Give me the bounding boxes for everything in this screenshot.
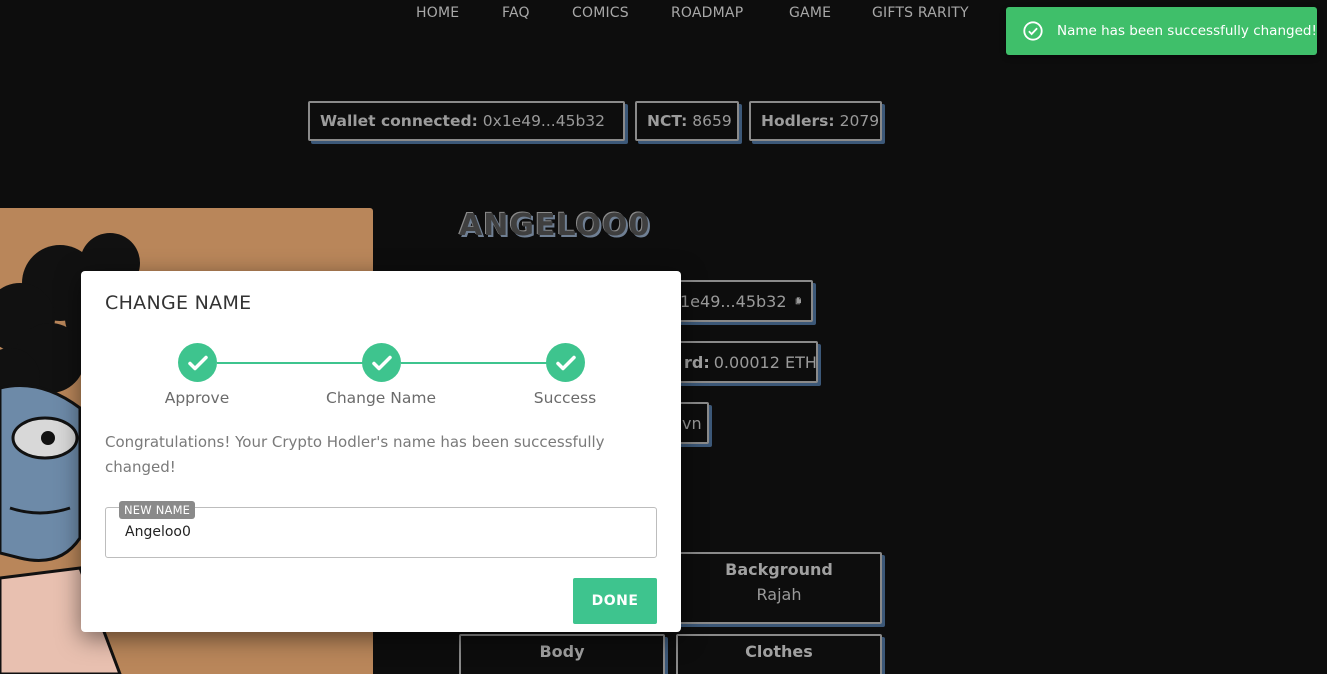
step-label-change-name: Change Name — [326, 389, 436, 407]
change-name-modal: CHANGE NAME Approve Change Name Success … — [81, 271, 681, 632]
modal-title: CHANGE NAME — [105, 292, 252, 314]
copy-icon[interactable] — [795, 290, 801, 312]
step-label-approve: Approve — [164, 389, 230, 407]
trait-title: Background — [725, 560, 833, 579]
step-connector — [217, 362, 364, 364]
hodlers-label: Hodlers: — [761, 112, 835, 130]
done-button[interactable]: DONE — [573, 578, 657, 624]
success-message: Congratulations! Your Crypto Hodler's na… — [105, 433, 605, 476]
wallet-address: 0x1e49...45b32 — [482, 112, 606, 130]
step-label-success: Success — [533, 389, 597, 407]
nav-roadmap[interactable]: ROADMAP — [671, 5, 743, 21]
trait-clothes: Clothes — [676, 634, 882, 674]
trait-title: Clothes — [745, 642, 813, 661]
step-approve-check-icon — [178, 343, 217, 382]
wallet-label: Wallet connected: — [320, 112, 478, 130]
nav-game[interactable]: GAME — [789, 5, 831, 21]
hodler-name: ANGELOO0 — [459, 208, 651, 243]
toast-message: Name has been successfully changed! — [1057, 23, 1317, 39]
check-circle-icon — [1023, 21, 1043, 41]
nct-pill: NCT: 8659 — [635, 101, 739, 141]
step-success-check-icon — [546, 343, 585, 382]
nav-comics[interactable]: COMICS — [572, 5, 629, 21]
nav-faq[interactable]: FAQ — [502, 5, 530, 21]
nav-gifts-rarity[interactable]: GIFTS RARITY — [872, 5, 969, 21]
nav-home[interactable]: HOME — [416, 5, 459, 21]
nct-value: 8659 — [692, 112, 732, 130]
hodlers-value: 2079 — [839, 112, 880, 130]
success-toast[interactable]: Name has been successfully changed! — [1006, 7, 1317, 55]
new-name-label: NEW NAME — [119, 501, 196, 519]
step-change-name-check-icon — [362, 343, 401, 382]
hodlers-pill: Hodlers: 2079 — [749, 101, 882, 141]
wallet-pill: Wallet connected: 0x1e49...45b32 — [308, 101, 625, 141]
trait-value: Rajah — [756, 585, 802, 604]
reward-value: 0.00012 ETH — [713, 352, 817, 372]
new-name-input[interactable] — [125, 524, 625, 540]
trait-background: Background Rajah — [676, 552, 882, 624]
nct-label: NCT: — [647, 112, 688, 130]
trait-body: Body — [459, 634, 665, 674]
trait-title: Body — [539, 642, 585, 661]
step-connector — [401, 362, 547, 364]
